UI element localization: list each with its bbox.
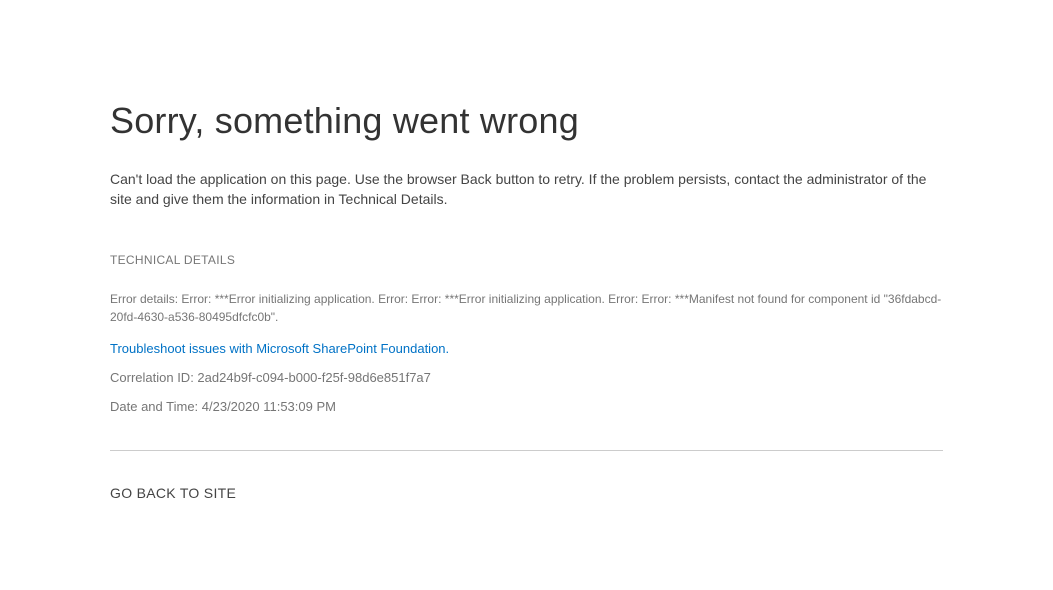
error-page-container: Sorry, something went wrong Can't load t… (0, 0, 1053, 503)
date-time: Date and Time: 4/23/2020 11:53:09 PM (110, 399, 943, 414)
correlation-id: Correlation ID: 2ad24b9f-c094-b000-f25f-… (110, 370, 943, 385)
error-details-text: Error details: Error: ***Error initializ… (110, 291, 943, 326)
section-divider (110, 450, 943, 451)
technical-details-heading: TECHNICAL DETAILS (110, 253, 943, 267)
go-back-link[interactable]: GO BACK TO SITE (110, 485, 236, 501)
error-message: Can't load the application on this page.… (110, 170, 943, 209)
troubleshoot-link[interactable]: Troubleshoot issues with Microsoft Share… (110, 341, 449, 356)
error-title: Sorry, something went wrong (110, 100, 943, 142)
